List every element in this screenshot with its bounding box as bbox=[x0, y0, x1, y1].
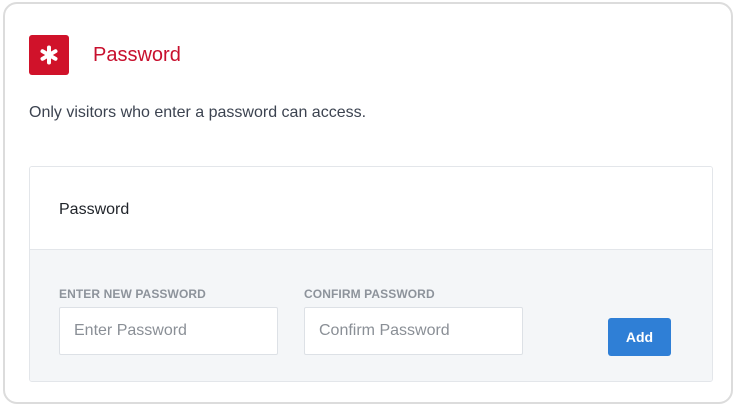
password-settings-card: Password Only visitors who enter a passw… bbox=[3, 2, 733, 404]
asterisk-icon bbox=[29, 35, 69, 75]
panel-body: ENTER NEW PASSWORD CONFIRM PASSWORD Add bbox=[30, 250, 712, 381]
panel-header: Password bbox=[30, 167, 712, 250]
add-button[interactable]: Add bbox=[608, 318, 671, 356]
new-password-label: ENTER NEW PASSWORD bbox=[59, 287, 206, 301]
panel-title: Password bbox=[59, 201, 130, 218]
confirm-password-label: CONFIRM PASSWORD bbox=[304, 287, 435, 301]
confirm-password-input[interactable] bbox=[304, 307, 523, 355]
section-title: Password bbox=[93, 44, 181, 66]
new-password-input[interactable] bbox=[59, 307, 278, 355]
section-description: Only visitors who enter a password can a… bbox=[29, 104, 367, 121]
password-panel: Password ENTER NEW PASSWORD CONFIRM PASS… bbox=[29, 166, 713, 382]
